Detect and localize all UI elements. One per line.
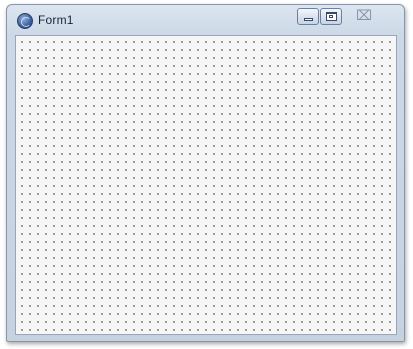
app-icon xyxy=(17,13,33,29)
close-icon: ⌧ xyxy=(356,8,373,24)
minimize-icon xyxy=(304,18,313,21)
minimize-button[interactable] xyxy=(297,8,319,25)
close-button[interactable]: ⌧ xyxy=(346,8,382,25)
form-window[interactable]: Form1 ⌧ xyxy=(6,4,405,342)
window-title: Form1 xyxy=(38,13,74,27)
form-design-surface[interactable] xyxy=(15,35,397,335)
maximize-button[interactable] xyxy=(320,8,342,25)
maximize-icon xyxy=(326,12,337,21)
title-bar[interactable]: Form1 ⌧ xyxy=(7,5,404,35)
